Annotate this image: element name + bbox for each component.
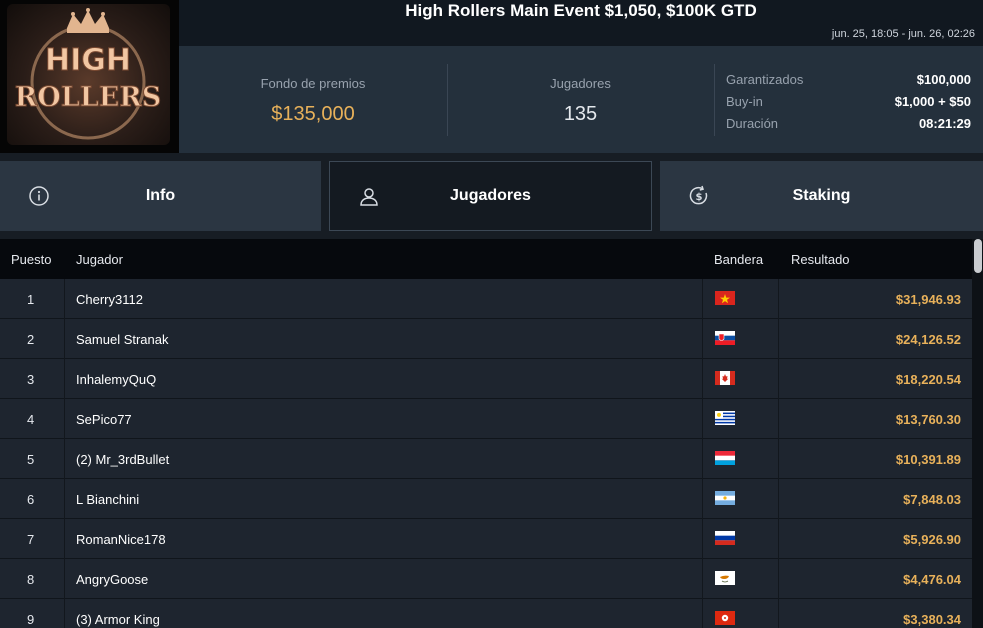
detail-value: 08:21:29 [918, 116, 971, 131]
tab-jugadores[interactable]: Jugadores [329, 161, 652, 231]
tab-bar: Info Jugadores $ Staking [0, 153, 983, 239]
russia-flag-icon [715, 531, 735, 545]
detail-guaranteed: Garantizados $100,000 [726, 69, 971, 91]
detail-duration: Duración 08:21:29 [726, 113, 971, 135]
rank-cell: 5 [27, 452, 35, 467]
result-cell: $3,380.34 [903, 612, 961, 627]
header-flag[interactable]: Bandera [714, 252, 763, 267]
detail-label: Duración [726, 116, 779, 131]
players-stat: Jugadores 135 [447, 46, 714, 153]
canada-flag-icon [715, 371, 735, 385]
rank-cell: 1 [27, 292, 35, 307]
info-icon [29, 186, 49, 206]
rank-cell: 4 [27, 412, 35, 427]
rank-cell: 6 [27, 492, 35, 507]
tab-staking[interactable]: $ Staking [660, 161, 983, 231]
luxembourg-flag-icon [715, 451, 735, 465]
player-name-cell[interactable]: (3) Armor King [76, 612, 160, 627]
result-cell: $7,848.03 [903, 492, 961, 507]
player-name-cell[interactable]: InhalemyQuQ [76, 372, 156, 387]
table-body: 1 Cherry3112 $31,946.93 2 Samuel Stranak $24,… [0, 279, 972, 628]
rank-cell: 9 [27, 612, 35, 627]
rank-cell: 3 [27, 372, 35, 387]
tournament-header: HIGH ROLLERS High Rollers Main Event $1,… [0, 0, 983, 153]
header-player[interactable]: Jugador [76, 252, 123, 267]
table-row[interactable]: 3 InhalemyQuQ $18,220.54 [0, 359, 972, 399]
player-name-cell[interactable]: L Bianchini [76, 492, 139, 507]
result-cell: $5,926.90 [903, 532, 961, 547]
prize-pool-value: $135,000 [271, 103, 355, 125]
scrollbar[interactable] [972, 239, 983, 628]
divider [714, 64, 715, 136]
header-result[interactable]: Resultado [791, 252, 850, 267]
uruguay-flag-icon [715, 411, 735, 425]
table-row[interactable]: 1 Cherry3112 $31,946.93 [0, 279, 972, 319]
dollar-refresh-icon: $ [689, 185, 708, 205]
tab-label: Jugadores [450, 187, 531, 204]
tab-label: Staking [792, 187, 851, 204]
date-row: jun. 25, 18:05 - jun. 26, 02:26 [179, 22, 983, 46]
detail-label: Buy-in [726, 94, 763, 109]
table-row[interactable]: 2 Samuel Stranak $24,126.52 [0, 319, 972, 359]
user-icon [360, 188, 378, 206]
svg-text:$: $ [696, 192, 703, 203]
player-name-cell[interactable]: RomanNice178 [76, 532, 166, 547]
table-row[interactable]: 8 AngryGoose $4,476.04 [0, 559, 972, 599]
player-name-cell[interactable]: AngryGoose [76, 572, 148, 587]
details-list: Garantizados $100,000 Buy-in $1,000 + $5… [726, 69, 971, 135]
date-range: jun. 25, 18:05 - jun. 26, 02:26 [831, 28, 975, 40]
svg-text:ROLLERS: ROLLERS [15, 82, 161, 113]
players-label: Jugadores [550, 76, 611, 91]
tab-label: Info [145, 187, 176, 204]
tab-info[interactable]: Info [0, 161, 321, 231]
argentina-flag-icon [715, 491, 735, 505]
cyprus-flag-icon [715, 571, 735, 585]
result-cell: $10,391.89 [895, 452, 961, 467]
players-value: 135 [563, 103, 598, 125]
svg-text:HIGH: HIGH [45, 43, 131, 78]
vietnam-flag-icon [715, 291, 735, 305]
result-cell: $24,126.52 [895, 332, 961, 347]
detail-label: Garantizados [726, 72, 804, 87]
table-header: Puesto Jugador Bandera Resultado [0, 239, 972, 279]
stats-panel: Fondo de premios $135,000 Jugadores 135 … [179, 46, 983, 153]
hong-kong-flag-icon [715, 611, 735, 625]
detail-value: $100,000 [916, 72, 971, 87]
player-name-cell[interactable]: Samuel Stranak [76, 332, 169, 347]
result-cell: $13,760.30 [895, 412, 961, 427]
result-cell: $18,220.54 [895, 372, 961, 387]
rank-cell: 2 [27, 332, 35, 347]
header-rank[interactable]: Puesto [11, 252, 51, 267]
tournament-title: High Rollers Main Event $1,050, $100K GT… [179, 0, 983, 22]
scrollbar-thumb[interactable] [974, 239, 982, 273]
rank-cell: 8 [27, 572, 35, 587]
player-name-cell[interactable]: Cherry3112 [76, 292, 143, 307]
high-rollers-logo-image: HIGH ROLLERS [14, 8, 162, 140]
tournament-logo: HIGH ROLLERS [0, 0, 179, 153]
player-name-cell[interactable]: (2) Mr_3rdBullet [76, 452, 169, 467]
table-row[interactable]: 5 (2) Mr_3rdBullet $10,391.89 [0, 439, 972, 479]
detail-buyin: Buy-in $1,000 + $50 [726, 91, 971, 113]
prize-pool-stat: Fondo de premios $135,000 [179, 46, 447, 153]
detail-value: $1,000 + $50 [894, 94, 971, 109]
result-cell: $31,946.93 [895, 292, 961, 307]
tournament-page: HIGH ROLLERS High Rollers Main Event $1,… [0, 0, 983, 628]
table-row[interactable]: 9 (3) Armor King $3,380.34 [0, 599, 972, 628]
table-row[interactable]: 4 SePico77 $13,760.30 [0, 399, 972, 439]
table-row[interactable]: 7 RomanNice178 $5,926.90 [0, 519, 972, 559]
rank-cell: 7 [27, 532, 35, 547]
player-name-cell[interactable]: SePico77 [76, 412, 132, 427]
slovakia-flag-icon [715, 331, 735, 345]
table-row[interactable]: 6 L Bianchini $7,848.03 [0, 479, 972, 519]
results-table: Puesto Jugador Bandera Resultado 1 Cherry… [0, 239, 983, 628]
prize-pool-label: Fondo de premios [260, 76, 366, 91]
result-cell: $4,476.04 [903, 572, 961, 587]
